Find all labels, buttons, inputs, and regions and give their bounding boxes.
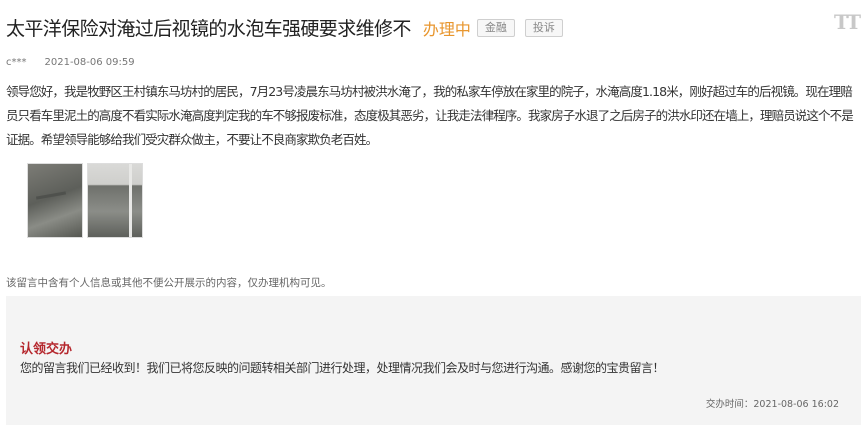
attachment-image[interactable]	[87, 163, 143, 238]
message-content: 领导您好，我是牧野区王村镇东马坊村的居民，7月23号凌晨东马坊村被洪水淹了，我的…	[6, 84, 854, 147]
reply-timestamp: 交办时间：2021-08-06 16:02	[705, 399, 839, 410]
author-name: c***	[6, 57, 27, 68]
privacy-notice: 该留言中含有个人信息或其他不便公开展示的内容，仅办理机构可见。	[6, 277, 332, 289]
reply-text: 您的留言我们已经收到！我们已将您反映的问题转相关部门进行处理，处理情况我们会及时…	[20, 361, 665, 375]
message-meta: c*** 2021-08-06 09:59	[6, 57, 135, 68]
post-timestamp: 2021-08-06 09:59	[44, 57, 135, 68]
attachment-image[interactable]	[27, 163, 83, 238]
font-size-toggle-icon[interactable]: TT	[834, 10, 861, 34]
category-tag[interactable]: 金融	[476, 18, 515, 37]
type-tag[interactable]: 投诉	[524, 18, 563, 37]
message-header: 太平洋保险对淹过后视镜的水泡车强硬要求维修不 办理中 金融 投诉	[6, 14, 563, 41]
reply-panel: 认领交办 您的留言我们已经收到！我们已将您反映的问题转相关部门进行处理，处理情况…	[6, 296, 861, 425]
attachment-photos	[27, 163, 143, 238]
status-badge: 办理中	[422, 19, 471, 39]
page-title: 太平洋保险对淹过后视镜的水泡车强硬要求维修不	[6, 18, 411, 40]
reply-title: 认领交办	[20, 342, 73, 357]
